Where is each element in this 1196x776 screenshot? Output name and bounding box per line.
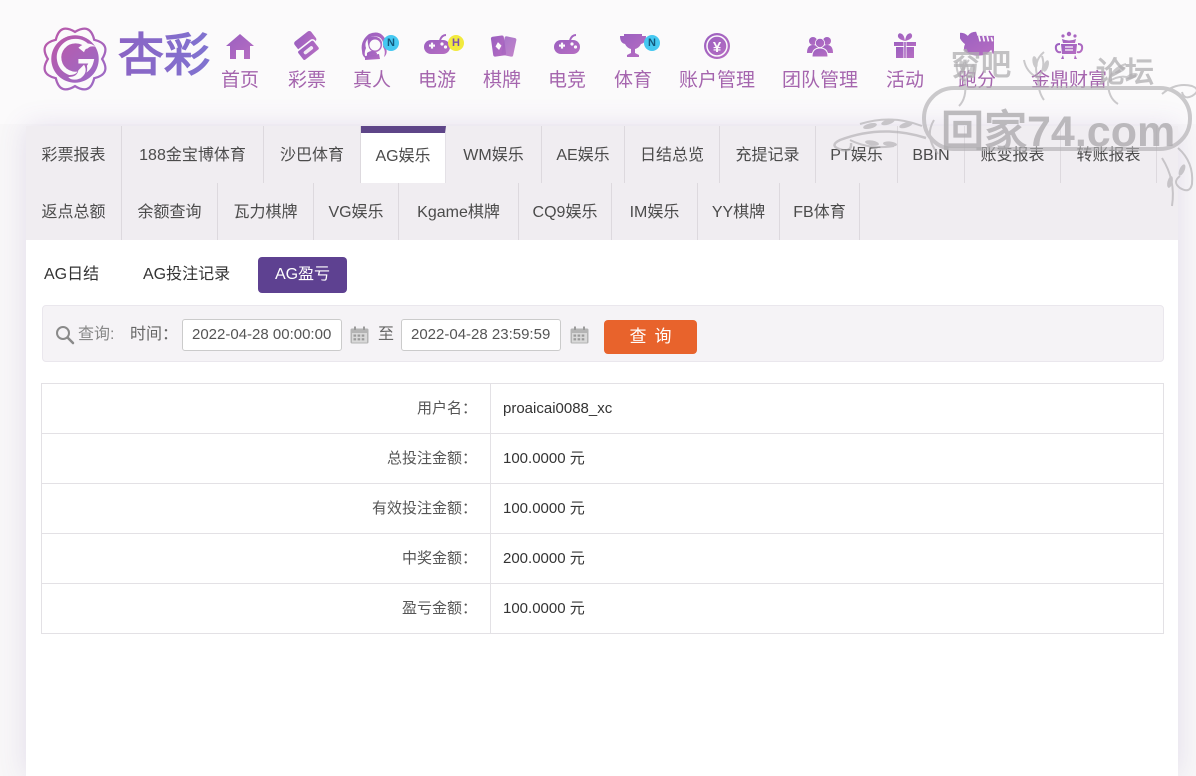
svg-text:¥: ¥ (713, 39, 722, 56)
